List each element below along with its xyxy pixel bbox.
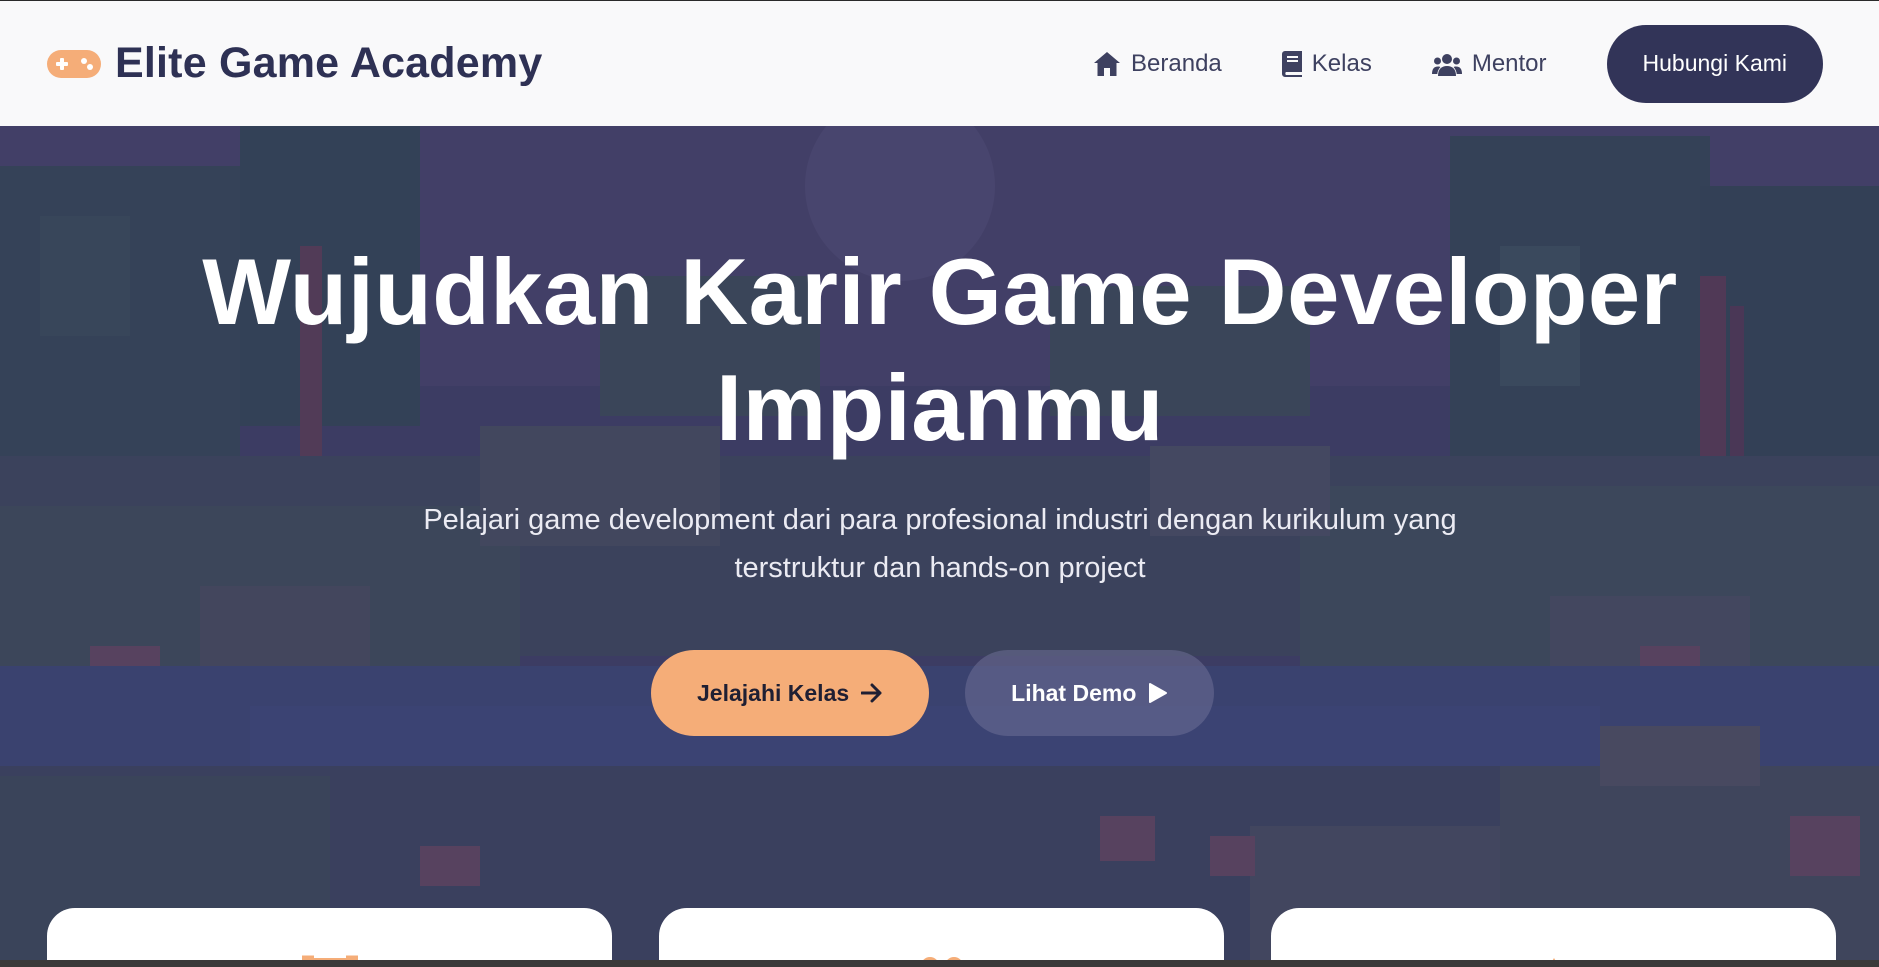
hero-cta-group: Jelajahi Kelas Lihat Demo (651, 650, 1215, 736)
explore-classes-button[interactable]: Jelajahi Kelas (651, 650, 930, 736)
feature-card (47, 908, 612, 967)
nav-item-label: Beranda (1131, 49, 1222, 77)
users-icon (1431, 53, 1462, 76)
brand-logo[interactable]: Elite Game Academy (47, 39, 542, 88)
arrow-right-icon (861, 683, 882, 703)
hero-subtitle-line1: Pelajari game development dari para prof… (423, 504, 1457, 536)
nav-item-beranda[interactable]: Beranda (1093, 50, 1222, 78)
book-icon (1281, 50, 1302, 77)
window-bottom-edge (0, 960, 1879, 967)
nav-item-label: Mentor (1471, 49, 1547, 77)
main-nav: Beranda Kelas Mentor Hubungi Kami (1093, 24, 1823, 103)
hero-subtitle: Pelajari game development dari para prof… (390, 496, 1490, 592)
feature-card (659, 908, 1224, 967)
home-icon (1094, 51, 1121, 76)
watch-demo-button[interactable]: Lihat Demo (965, 650, 1215, 736)
hero-title-line1: Wujudkan Karir Game Developer (202, 239, 1678, 344)
hero-title-line2: Impianmu (716, 355, 1164, 460)
nav-item-label: Kelas (1311, 49, 1372, 77)
brand-name: Elite Game Academy (115, 39, 543, 87)
watch-demo-label: Lihat Demo (1011, 679, 1137, 706)
play-icon (1149, 683, 1168, 703)
nav-item-kelas[interactable]: Kelas (1281, 49, 1372, 78)
contact-button[interactable]: Hubungi Kami (1606, 24, 1823, 103)
hero-title: Wujudkan Karir Game Developer Impianmu (160, 234, 1720, 466)
hero-subtitle-line2: terstruktur dan hands-on project (734, 552, 1146, 584)
navbar: Elite Game Academy Beranda Kelas Mentor … (0, 0, 1879, 126)
gamepad-icon (47, 49, 101, 78)
hero-section: Wujudkan Karir Game Developer Impianmu P… (0, 126, 1879, 967)
explore-classes-label: Jelajahi Kelas (697, 679, 850, 706)
nav-item-mentor[interactable]: Mentor (1431, 49, 1547, 78)
feature-card (1271, 908, 1836, 967)
